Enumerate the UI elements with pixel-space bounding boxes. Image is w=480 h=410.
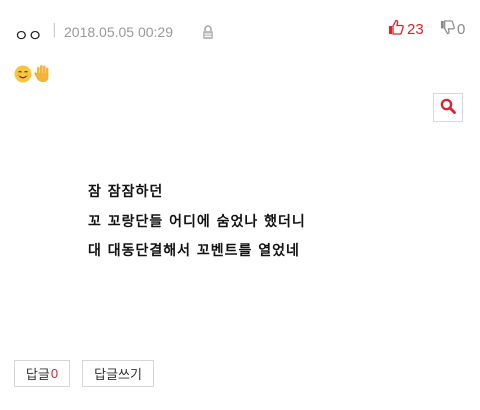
author-name[interactable]: ㅇㅇ xyxy=(14,22,42,46)
reply-count: 0 xyxy=(50,366,59,381)
post-header: ㅇㅇ | 2018.05.05 00:29 23 0 xyxy=(0,0,480,62)
like-count: 23 xyxy=(407,20,424,38)
dislike-button[interactable]: 0 xyxy=(440,18,465,40)
image-search-button[interactable] xyxy=(433,93,463,122)
thumbs-up-icon xyxy=(388,19,404,39)
post-timestamp: 2018.05.05 00:29 xyxy=(64,24,173,40)
emoji-line xyxy=(14,64,52,87)
image-text-line: 대 대동단결해서 꼬벤트를 열었네 xyxy=(88,243,300,259)
reply-label: 답글 xyxy=(25,368,50,383)
like-button[interactable]: 23 xyxy=(388,18,424,40)
lock-icon xyxy=(202,24,214,40)
meta-separator: | xyxy=(52,22,57,38)
search-icon xyxy=(440,98,456,118)
reply-count-button[interactable]: 답글 0 xyxy=(14,360,70,387)
raised-hand-emoji-icon xyxy=(34,64,52,87)
thumbs-down-icon xyxy=(440,19,455,39)
write-reply-label: 답글쓰기 xyxy=(94,368,142,383)
smiling-face-emoji-icon xyxy=(14,65,32,87)
post-image: 잠 잠잠하던 꼬 꼬랑단들 어디에 숨었나 했더니 대 대동단결해서 꼬벤트를 … xyxy=(0,140,480,340)
dislike-count: 0 xyxy=(457,20,466,38)
image-text-line: 잠 잠잠하던 xyxy=(88,184,164,200)
write-reply-button[interactable]: 답글쓰기 xyxy=(82,360,154,387)
image-text-line: 꼬 꼬랑단들 어디에 숨었나 했더니 xyxy=(88,214,306,230)
